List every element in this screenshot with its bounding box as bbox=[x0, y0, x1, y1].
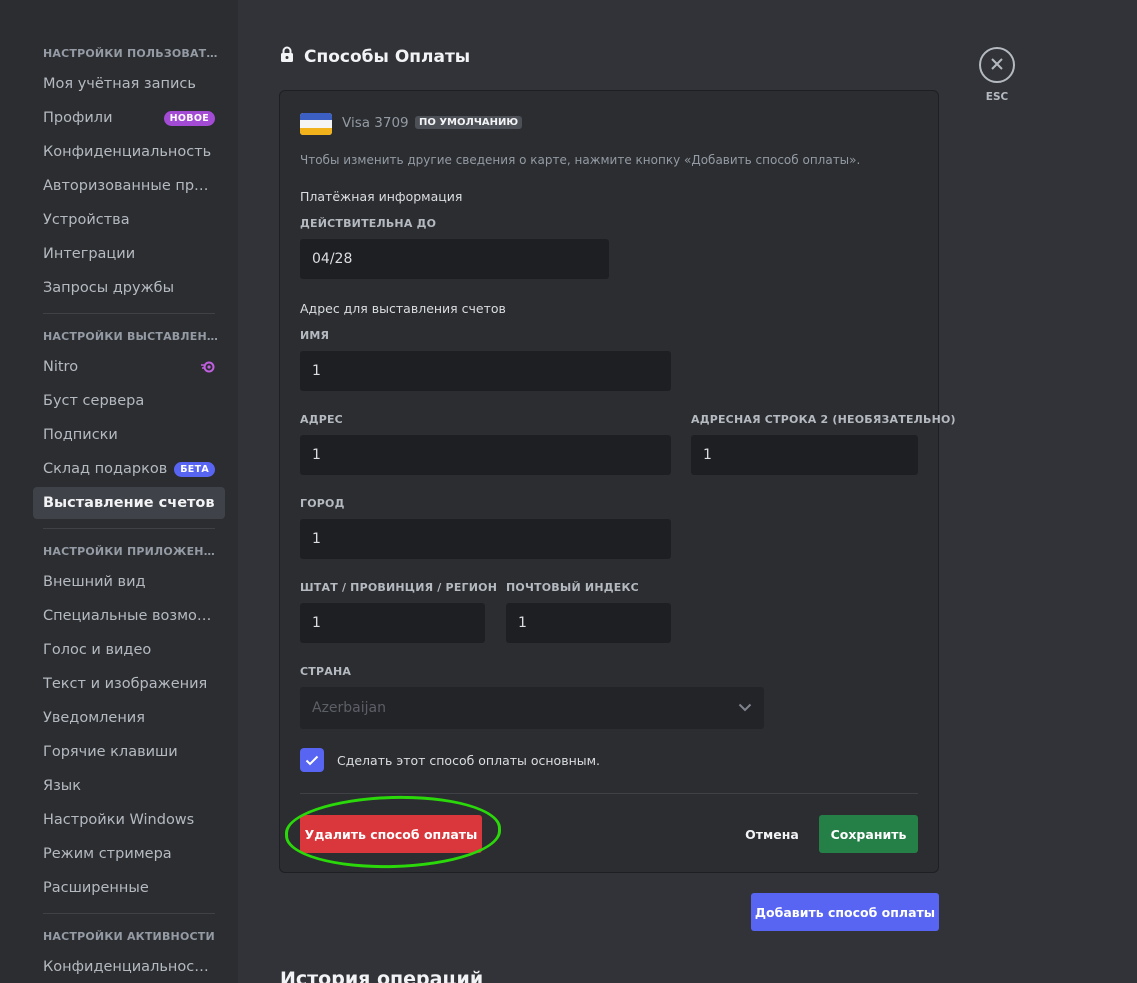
country-label: СТРАНА bbox=[300, 665, 352, 678]
sidebar-item-label: Текст и изображения bbox=[43, 676, 208, 692]
sidebar-item-label: Специальные возмож... bbox=[43, 608, 215, 624]
sidebar-item-label: Горячие клавиши bbox=[43, 744, 178, 760]
sidebar-item-advanced[interactable]: Расширенные bbox=[33, 872, 225, 904]
sidebar-item-label: Настройки Windows bbox=[43, 812, 195, 828]
close-icon bbox=[990, 56, 1004, 75]
payment-info-heading: Платёжная информация bbox=[300, 189, 463, 204]
sidebar-item-activity-privacy[interactable]: Конфиденциальность... bbox=[33, 951, 225, 983]
sidebar-item-keybinds[interactable]: Горячие клавиши bbox=[33, 736, 225, 768]
sidebar-item-billing[interactable]: Выставление счетов bbox=[33, 487, 225, 519]
sidebar-item-label: Буст сервера bbox=[43, 393, 145, 409]
sidebar-header-activity-settings: НАСТРОЙКИ АКТИВНОСТИ bbox=[43, 930, 215, 943]
card-divider bbox=[300, 793, 918, 794]
sidebar-item-friend-requests[interactable]: Запросы дружбы bbox=[33, 272, 225, 304]
sidebar-item-label: Устройства bbox=[43, 212, 130, 228]
page-title: Способы Оплаты bbox=[280, 46, 470, 68]
sidebar-item-label: Язык bbox=[43, 778, 81, 794]
country-select-value: Azerbaijan bbox=[312, 700, 386, 716]
zip-input[interactable]: 1 bbox=[506, 603, 671, 643]
card-brand-icon bbox=[300, 113, 332, 135]
expiry-input[interactable]: 04/28 bbox=[300, 239, 609, 279]
sidebar-item-label: Выставление счетов bbox=[43, 495, 215, 511]
sidebar-item-my-account[interactable]: Моя учётная запись bbox=[33, 68, 225, 100]
card-hint-text: Чтобы изменить другие сведения о карте, … bbox=[300, 153, 861, 167]
chevron-down-icon bbox=[738, 700, 752, 716]
sidebar-header-app-settings: НАСТРОЙКИ ПРИЛОЖЕНИЯ bbox=[43, 545, 218, 558]
default-badge: ПО УМОЛЧАНИЮ bbox=[415, 116, 523, 129]
sidebar-item-label: Профили bbox=[43, 110, 113, 126]
nitro-icon bbox=[201, 360, 215, 374]
sidebar-item-label: Интеграции bbox=[43, 246, 136, 262]
sidebar-item-authorized-apps[interactable]: Авторизованные при... bbox=[33, 170, 225, 202]
address-label: АДРЕС bbox=[300, 413, 343, 426]
sidebar-item-windows-settings[interactable]: Настройки Windows bbox=[33, 804, 225, 836]
address-input[interactable]: 1 bbox=[300, 435, 671, 475]
sidebar-item-label: Авторизованные при... bbox=[43, 178, 215, 194]
sidebar-item-streamer-mode[interactable]: Режим стримера bbox=[33, 838, 225, 870]
payment-method-card: Visa 3709 ПО УМОЛЧАНИЮ Чтобы изменить др… bbox=[279, 90, 956, 873]
sidebar-item-text-images[interactable]: Текст и изображения bbox=[33, 668, 225, 700]
sidebar-item-label: Склад подарков bbox=[43, 461, 168, 477]
sidebar-item-nitro[interactable]: Nitro bbox=[33, 351, 225, 383]
zip-label: ПОЧТОВЫЙ ИНДЕКС bbox=[506, 581, 639, 594]
sidebar-item-label: Уведомления bbox=[43, 710, 145, 726]
sidebar-item-label: Голос и видео bbox=[43, 642, 152, 658]
sidebar-item-subscriptions[interactable]: Подписки bbox=[33, 419, 225, 451]
sidebar-item-label: Расширенные bbox=[43, 880, 149, 896]
sidebar-item-label: Конфиденциальность... bbox=[43, 959, 215, 975]
sidebar-item-accessibility[interactable]: Специальные возмож... bbox=[33, 600, 225, 632]
state-label: ШТАТ / ПРОВИНЦИЯ / РЕГИОН bbox=[300, 581, 498, 594]
sidebar-item-server-boost[interactable]: Буст сервера bbox=[33, 385, 225, 417]
city-input[interactable]: 1 bbox=[300, 519, 671, 559]
settings-sidebar: НАСТРОЙКИ ПОЛЬЗОВАТЕЛЯ Моя учётная запис… bbox=[0, 0, 238, 983]
sidebar-item-label: Конфиденциальность bbox=[43, 144, 212, 160]
sidebar-header-user-settings: НАСТРОЙКИ ПОЛЬЗОВАТЕЛЯ bbox=[43, 47, 218, 60]
sidebar-item-profiles[interactable]: Профили НОВОЕ bbox=[33, 102, 225, 134]
make-default-label: Сделать этот способ оплаты основным. bbox=[337, 753, 601, 768]
add-payment-method-button[interactable]: Добавить способ оплаты bbox=[751, 893, 939, 931]
sidebar-divider bbox=[43, 313, 215, 314]
billing-address-heading: Адрес для выставления счетов bbox=[300, 301, 506, 316]
lock-icon bbox=[280, 46, 294, 68]
expiry-label: ДЕЙСТВИТЕЛЬНА ДО bbox=[300, 217, 437, 230]
sidebar-item-gift-inventory[interactable]: Склад подарков БЕТА bbox=[33, 453, 225, 485]
address2-label: АДРЕСНАЯ СТРОКА 2 (НЕОБЯЗАТЕЛЬНО) bbox=[691, 413, 956, 426]
beta-badge: БЕТА bbox=[174, 461, 215, 477]
save-button[interactable]: Сохранить bbox=[819, 815, 918, 853]
state-input[interactable]: 1 bbox=[300, 603, 485, 643]
close-button[interactable] bbox=[979, 47, 1015, 83]
page-title-text: Способы Оплаты bbox=[304, 47, 471, 67]
name-input[interactable]: 1 bbox=[300, 351, 671, 391]
sidebar-item-label: Nitro bbox=[43, 359, 79, 375]
sidebar-item-label: Моя учётная запись bbox=[43, 76, 196, 92]
sidebar-item-devices[interactable]: Устройства bbox=[33, 204, 225, 236]
sidebar-item-integrations[interactable]: Интеграции bbox=[33, 238, 225, 270]
esc-label: ESC bbox=[985, 91, 1009, 103]
checkmark-icon bbox=[305, 751, 319, 770]
card-name: Visa 3709 bbox=[342, 115, 409, 131]
sidebar-item-label: Запросы дружбы bbox=[43, 280, 175, 296]
sidebar-item-language[interactable]: Язык bbox=[33, 770, 225, 802]
sidebar-divider bbox=[43, 528, 215, 529]
transaction-history-heading: История операций bbox=[280, 968, 484, 983]
sidebar-item-appearance[interactable]: Внешний вид bbox=[33, 566, 225, 598]
country-select[interactable]: Azerbaijan bbox=[300, 687, 764, 729]
sidebar-divider bbox=[43, 913, 215, 914]
sidebar-item-label: Подписки bbox=[43, 427, 118, 443]
sidebar-item-voice-video[interactable]: Голос и видео bbox=[33, 634, 225, 666]
sidebar-item-notifications[interactable]: Уведомления bbox=[33, 702, 225, 734]
sidebar-item-label: Внешний вид bbox=[43, 574, 146, 590]
sidebar-item-label: Режим стримера bbox=[43, 846, 172, 862]
make-default-checkbox[interactable] bbox=[300, 748, 324, 772]
cancel-button[interactable]: Отмена bbox=[736, 815, 808, 853]
address2-input[interactable]: 1 bbox=[691, 435, 918, 475]
new-badge: НОВОЕ bbox=[163, 110, 215, 126]
city-label: ГОРОД bbox=[300, 497, 345, 510]
sidebar-item-privacy[interactable]: Конфиденциальность bbox=[33, 136, 225, 168]
sidebar-header-billing-settings: НАСТРОЙКИ ВЫСТАВЛЕНИЯ ... bbox=[43, 330, 218, 343]
name-label: ИМЯ bbox=[300, 329, 330, 342]
delete-payment-method-button[interactable]: Удалить способ оплаты bbox=[300, 815, 482, 853]
